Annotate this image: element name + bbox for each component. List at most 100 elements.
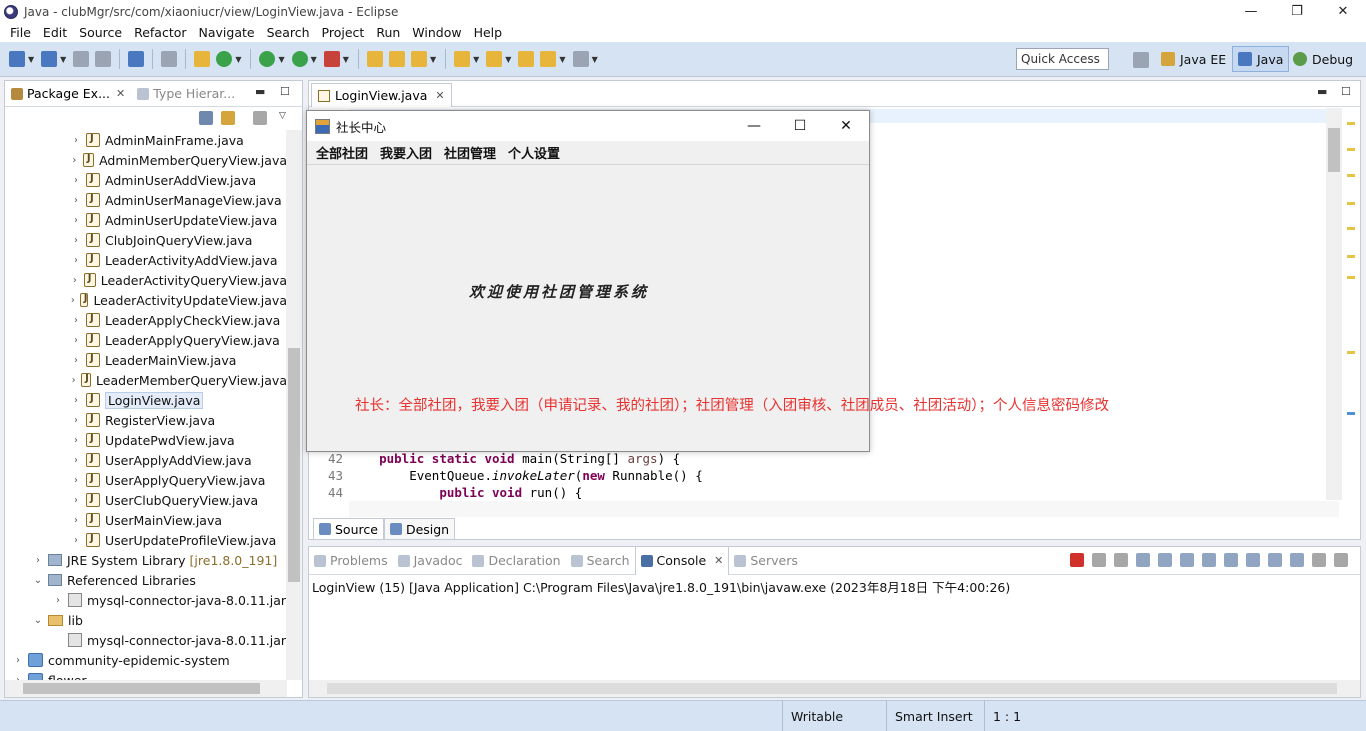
chevron-right-icon[interactable]: › [69, 475, 83, 486]
run-external-icon[interactable] [323, 51, 340, 67]
chevron-down-icon[interactable]: ▼ [592, 55, 598, 64]
chevron-right-icon[interactable]: › [69, 175, 83, 186]
swing-minimize-button[interactable]: — [731, 111, 777, 141]
chevron-right-icon[interactable]: › [69, 355, 83, 366]
new-package-icon[interactable] [366, 51, 383, 67]
chevron-down-icon[interactable]: ▼ [559, 55, 565, 64]
tree-item-lib-jar[interactable]: mysql-connector-java-8.0.11.jar [5, 630, 287, 650]
editor-vertical-scrollbar[interactable] [1326, 108, 1342, 500]
chevron-down-icon[interactable]: ▼ [505, 55, 511, 64]
display-console-icon[interactable] [1268, 553, 1282, 567]
tree-item-java-file[interactable]: › LoginView.java [5, 390, 287, 410]
chevron-right-icon[interactable]: › [69, 275, 81, 286]
debug-icon[interactable] [259, 51, 276, 67]
warning-marker[interactable] [1347, 276, 1355, 279]
chevron-down-icon[interactable]: ⌄ [31, 615, 45, 626]
chevron-right-icon[interactable]: › [69, 375, 78, 386]
warning-marker[interactable] [1347, 255, 1355, 258]
chevron-right-icon[interactable]: › [11, 655, 25, 666]
last-edit-icon[interactable] [518, 51, 535, 67]
tab-source[interactable]: Source [313, 518, 384, 540]
tree-vertical-scrollbar[interactable] [286, 130, 302, 680]
tab-problems[interactable]: Problems [309, 547, 393, 575]
chevron-right-icon[interactable]: › [69, 135, 83, 146]
chevron-right-icon[interactable]: › [69, 515, 83, 526]
perspective-java[interactable]: Java [1232, 46, 1290, 72]
menu-file[interactable]: File [4, 25, 37, 40]
warning-marker[interactable] [1347, 351, 1355, 354]
swing-maximize-button[interactable]: ☐ [777, 111, 823, 141]
chevron-right-icon[interactable]: › [69, 295, 77, 306]
tree-item-java-file[interactable]: › LeaderApplyQueryView.java [5, 330, 287, 350]
menu-all-clubs[interactable]: 全部社团 [310, 143, 374, 162]
tree-item-java-file[interactable]: › LeaderMemberQueryView.java [5, 370, 287, 390]
chevron-right-icon[interactable]: › [69, 255, 83, 266]
tree-item-java-file[interactable]: › UserApplyAddView.java [5, 450, 287, 470]
chevron-down-icon[interactable]: ▼ [311, 55, 317, 64]
chevron-right-icon[interactable]: › [69, 235, 83, 246]
warning-marker[interactable] [1347, 174, 1355, 177]
close-icon[interactable]: ✕ [435, 89, 444, 102]
skip-breakpoints-icon[interactable] [161, 51, 178, 67]
tree-item-java-file[interactable]: › UserUpdateProfileView.java [5, 530, 287, 550]
open-task-icon[interactable] [410, 51, 427, 67]
server-icon[interactable] [194, 51, 211, 67]
menu-help[interactable]: Help [468, 25, 509, 40]
tree-item-java-file[interactable]: › ClubJoinQueryView.java [5, 230, 287, 250]
tree-item-lib[interactable]: ⌄ lib [5, 610, 287, 630]
tree-item-project-epidemic[interactable]: › community-epidemic-system [5, 650, 287, 670]
chevron-down-icon[interactable]: ▼ [235, 55, 241, 64]
menu-search[interactable]: Search [261, 25, 316, 40]
chevron-right-icon[interactable]: › [69, 335, 83, 346]
quick-access-input[interactable]: Quick Access [1016, 48, 1109, 70]
next-annotation-icon[interactable] [454, 51, 471, 67]
scroll-lock-icon[interactable] [1158, 553, 1172, 567]
back-icon[interactable] [540, 51, 557, 67]
chevron-right-icon[interactable]: › [69, 215, 83, 226]
run-icon[interactable] [291, 51, 308, 67]
new-wizard-icon[interactable] [41, 51, 58, 67]
perspective-java-ee[interactable]: Java EE [1156, 46, 1231, 72]
close-icon[interactable]: ✕ [714, 554, 723, 567]
chevron-right-icon[interactable]: › [69, 435, 83, 446]
chevron-right-icon[interactable]: › [69, 195, 83, 206]
scroll-thumb[interactable] [1328, 128, 1340, 172]
remove-all-icon[interactable] [1114, 553, 1128, 567]
tree-item-java-file[interactable]: › LeaderMainView.java [5, 350, 287, 370]
tab-package-explorer[interactable]: Package Ex... ✕ [5, 81, 131, 107]
tree-item-java-file[interactable]: › LeaderApplyCheckView.java [5, 310, 287, 330]
menu-personal-settings[interactable]: 个人设置 [502, 143, 566, 162]
chevron-down-icon[interactable]: ▼ [343, 55, 349, 64]
menu-club-management[interactable]: 社团管理 [438, 143, 502, 162]
terminal-icon[interactable] [128, 51, 145, 67]
occurrence-marker[interactable] [1347, 412, 1355, 415]
menu-window[interactable]: Window [406, 25, 467, 40]
tree-item-referenced-libraries[interactable]: ⌄ Referenced Libraries [5, 570, 287, 590]
collapse-all-icon[interactable] [199, 111, 213, 125]
tab-console[interactable]: Console ✕ [634, 546, 730, 575]
chevron-right-icon[interactable]: › [69, 455, 83, 466]
chevron-right-icon[interactable]: › [69, 495, 83, 506]
tree-item-mysql-jar[interactable]: › mysql-connector-java-8.0.11.jar [5, 590, 287, 610]
restore-button[interactable]: ❐ [1274, 0, 1320, 23]
chevron-down-icon[interactable]: ▼ [28, 55, 34, 64]
tree-item-java-file[interactable]: › UserClubQueryView.java [5, 490, 287, 510]
menu-project[interactable]: Project [316, 25, 371, 40]
show-on-error-icon[interactable] [1224, 553, 1238, 567]
minimize-panel-icon[interactable]: ▬ [255, 85, 265, 98]
scroll-thumb[interactable] [23, 683, 260, 694]
refresh-icon[interactable] [216, 51, 233, 67]
menu-edit[interactable]: Edit [37, 25, 73, 40]
tab-design[interactable]: Design [383, 518, 456, 540]
close-icon[interactable]: ✕ [116, 87, 125, 100]
chevron-down-icon[interactable]: ▼ [60, 55, 66, 64]
save-all-icon[interactable] [95, 51, 112, 67]
warning-marker[interactable] [1347, 148, 1355, 151]
menu-navigate[interactable]: Navigate [193, 25, 261, 40]
tab-javadoc[interactable]: Javadoc [393, 547, 468, 575]
remove-launch-icon[interactable] [1092, 553, 1106, 567]
tab-declaration[interactable]: Declaration [467, 547, 565, 575]
open-folder-icon[interactable] [388, 51, 405, 67]
tree-item-java-file[interactable]: › AdminUserAddView.java [5, 170, 287, 190]
chevron-right-icon[interactable]: › [69, 315, 83, 326]
